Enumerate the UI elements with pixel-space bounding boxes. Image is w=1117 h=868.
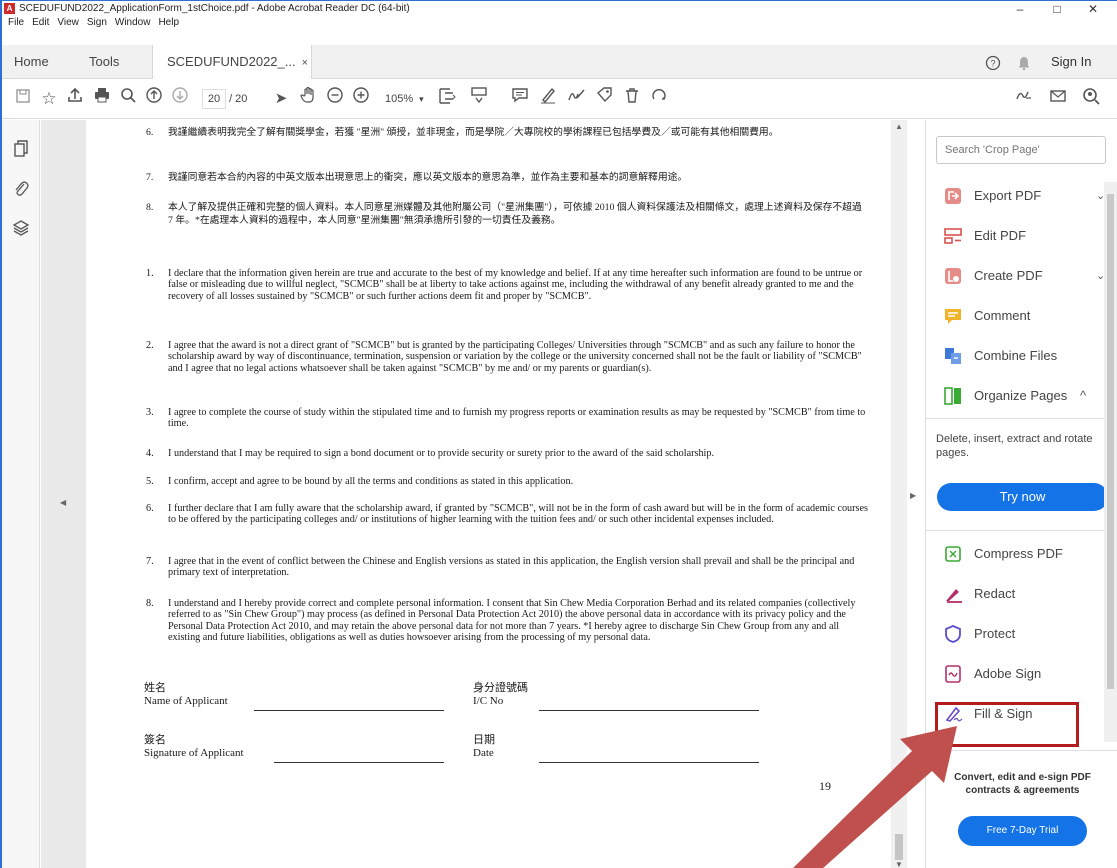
maximize-button[interactable]: □ <box>1042 1 1072 17</box>
divider <box>926 418 1117 419</box>
tool-comment[interactable]: Comment <box>944 302 1109 330</box>
ic-number-line[interactable] <box>539 710 759 711</box>
highlight-pen-icon[interactable] <box>535 86 561 112</box>
tools-pane-scrollbar[interactable] <box>1104 182 1117 742</box>
tool-compress-pdf[interactable]: Compress PDF <box>944 540 1109 568</box>
save-icon[interactable] <box>10 86 36 112</box>
bookmark-star-icon[interactable]: ☆ <box>36 86 62 112</box>
redact-icon <box>944 585 962 603</box>
share-upload-icon[interactable] <box>62 86 88 112</box>
ic-number-label: 身分證號碼 I/C No <box>473 682 528 707</box>
tool-protect[interactable]: Protect <box>944 620 1109 648</box>
chevron-up-icon[interactable]: ^ <box>1080 382 1086 410</box>
tool-edit-pdf[interactable]: Edit PDF <box>944 222 1109 250</box>
acrobat-window: A SCEDUFUND2022_ApplicationForm_1stChoic… <box>0 0 1117 868</box>
sign-in-link[interactable]: Sign In <box>1051 45 1091 79</box>
minimize-button[interactable]: – <box>1005 1 1035 17</box>
close-window-button[interactable]: ✕ <box>1078 1 1108 17</box>
select-cursor-icon[interactable]: ➤ <box>268 86 294 112</box>
organize-pages-icon <box>944 387 962 405</box>
menu-file[interactable]: File <box>8 17 24 29</box>
next-page-icon[interactable] <box>167 86 193 112</box>
compress-pdf-icon <box>944 545 962 563</box>
combine-files-icon <box>944 347 962 365</box>
scroll-up-icon[interactable]: ▲ <box>895 122 903 131</box>
page-navigator: 20 / 20 <box>202 89 247 109</box>
menu-sign[interactable]: Sign <box>87 17 107 29</box>
share-link-icon[interactable] <box>1010 86 1036 112</box>
page-thumbnails-icon[interactable] <box>9 140 33 164</box>
try-now-button[interactable]: Try now <box>937 483 1108 511</box>
total-pages: / 20 <box>229 93 248 105</box>
window-title: SCEDUFUND2022_ApplicationForm_1stChoice.… <box>19 3 410 14</box>
organize-pages-description: Delete, insert, extract and rotate pages… <box>936 433 1093 459</box>
zoom-out-icon[interactable] <box>322 86 348 112</box>
layers-icon[interactable] <box>9 219 33 243</box>
tools-pane-scroll-thumb[interactable] <box>1107 194 1114 689</box>
title-bar: A SCEDUFUND2022_ApplicationForm_1stChoic… <box>2 1 1117 17</box>
sign-pen-icon[interactable] <box>563 86 589 112</box>
scroll-mode-icon[interactable] <box>466 86 492 112</box>
menu-view[interactable]: View <box>57 17 79 29</box>
export-pdf-icon <box>944 187 962 205</box>
tab-document-label: SCEDUFUND2022_... <box>167 54 296 69</box>
collapse-left-panel-icon[interactable]: ◀ <box>60 498 66 507</box>
comment-icon <box>944 307 962 325</box>
tools-search-box[interactable] <box>936 136 1106 164</box>
previous-page-icon[interactable] <box>141 86 167 112</box>
edit-pdf-icon <box>944 227 962 245</box>
hand-tool-icon[interactable] <box>295 86 321 112</box>
svg-text:?: ? <box>990 59 995 69</box>
attachments-paperclip-icon[interactable] <box>9 179 33 203</box>
menu-bar: File Edit View Sign Window Help <box>2 17 1117 45</box>
fit-page-icon[interactable] <box>434 86 460 112</box>
signature-line[interactable] <box>274 762 444 763</box>
collapse-right-panel-icon[interactable]: ▶ <box>910 491 916 500</box>
annotation-arrow <box>793 726 957 868</box>
notifications-bell-icon[interactable] <box>1017 45 1031 79</box>
menu-edit[interactable]: Edit <box>32 17 49 29</box>
main-toolbar: ☆ 20 / 20 ➤ 105% ▾ <box>2 79 1117 119</box>
comment-icon[interactable] <box>507 86 533 112</box>
zoom-level-value: 105% <box>385 93 414 105</box>
help-icon[interactable]: ? <box>985 45 1001 79</box>
tab-home[interactable]: Home <box>14 45 49 79</box>
create-pdf-icon <box>944 267 962 285</box>
menu-window[interactable]: Window <box>115 17 151 29</box>
stamp-tag-icon[interactable] <box>591 86 617 112</box>
divider <box>926 530 1117 531</box>
rotate-icon[interactable] <box>646 86 672 112</box>
zoom-in-icon[interactable] <box>348 86 374 112</box>
tool-export-pdf[interactable]: Export PDF ⌄ <box>944 182 1109 210</box>
menu-help[interactable]: Help <box>158 17 179 29</box>
tool-create-pdf[interactable]: Create PDF ⌄ <box>944 262 1109 290</box>
tools-search-input[interactable] <box>945 144 1095 156</box>
tab-document[interactable]: SCEDUFUND2022_... × <box>152 45 312 80</box>
acrobat-app-icon: A <box>4 3 15 14</box>
free-trial-button[interactable]: Free 7-Day Trial <box>958 816 1087 846</box>
date-label: 日期 Date <box>473 734 495 759</box>
adobe-sign-icon <box>944 665 962 683</box>
current-page-field[interactable]: 20 <box>202 89 226 109</box>
date-line[interactable] <box>539 762 759 763</box>
zoom-level-dropdown[interactable]: 105% ▾ <box>379 89 424 109</box>
print-icon[interactable] <box>89 86 115 112</box>
chevron-down-icon: ▾ <box>419 94 424 104</box>
zoom-search-icon[interactable] <box>115 86 141 112</box>
left-navigation-rail <box>2 120 40 868</box>
tool-adobe-sign[interactable]: Adobe Sign <box>944 660 1109 688</box>
tab-close-icon[interactable]: × <box>302 57 308 69</box>
signature-label: 簽名 Signature of Applicant <box>144 734 244 759</box>
tool-combine-files[interactable]: Combine Files <box>944 342 1109 370</box>
tool-organize-pages[interactable]: Organize Pages ^ <box>944 382 1109 410</box>
tab-bar: Home Tools SCEDUFUND2022_... × ? Sign In <box>2 45 1117 80</box>
account-search-icon[interactable] <box>1078 86 1104 112</box>
email-icon[interactable] <box>1045 86 1071 112</box>
applicant-name-label: 姓名 Name of Applicant <box>144 682 228 707</box>
tab-tools[interactable]: Tools <box>89 45 119 79</box>
applicant-name-line[interactable] <box>254 710 444 711</box>
delete-trash-icon[interactable] <box>619 86 645 112</box>
protect-shield-icon <box>944 625 962 643</box>
tool-redact[interactable]: Redact <box>944 580 1109 608</box>
